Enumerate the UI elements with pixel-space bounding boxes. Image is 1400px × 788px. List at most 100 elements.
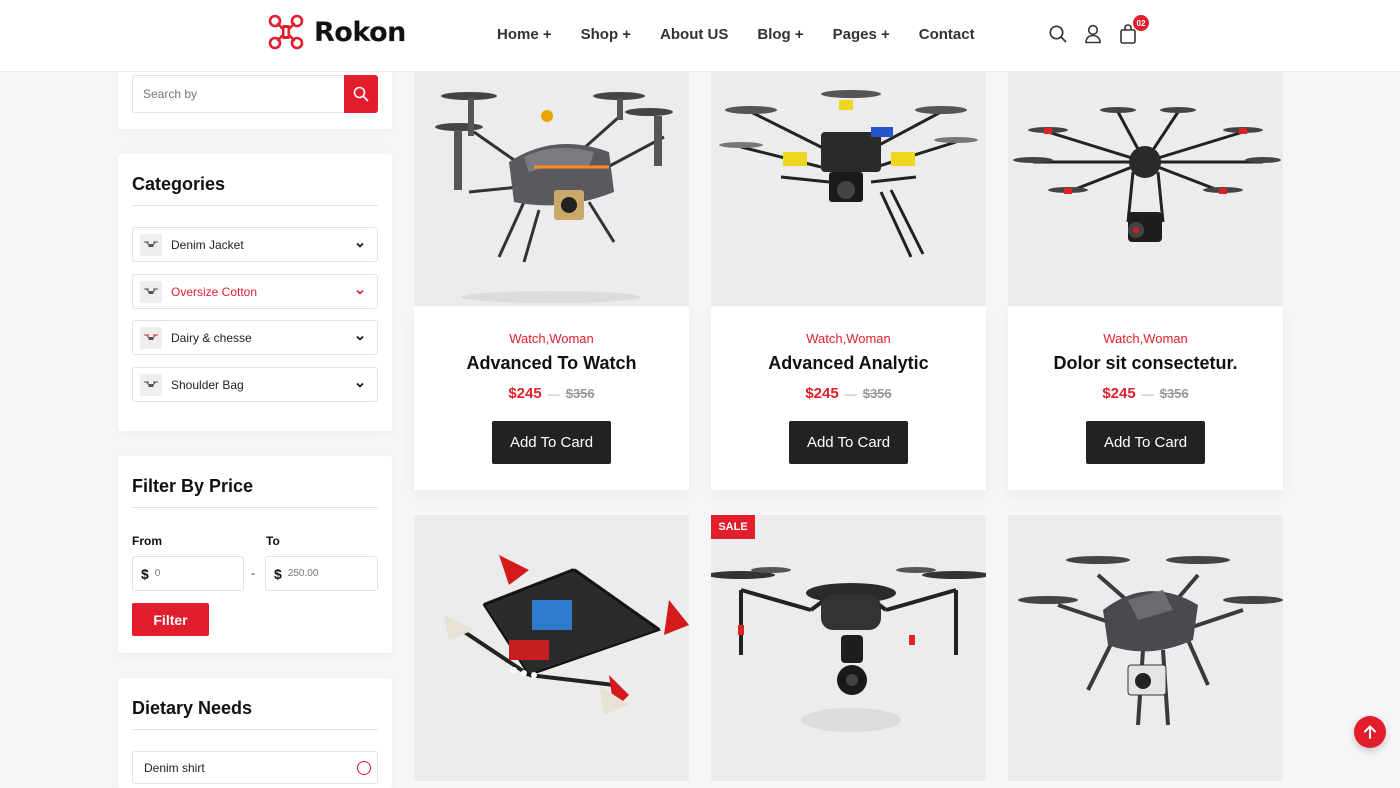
product-price: $245 — $356 <box>1008 385 1283 402</box>
product-card: Watch,Woman Advanced Analytic $245— $356 … <box>711 72 986 490</box>
min-price-input[interactable] <box>154 568 225 579</box>
cart-count-badge: 02 <box>1133 15 1149 31</box>
product-category[interactable]: Watch,Woman <box>414 331 689 346</box>
category-label: Shoulder Bag <box>171 377 244 392</box>
categories-title: Categories <box>132 174 226 194</box>
product-card: SALE <box>711 515 986 781</box>
drone-image <box>435 92 673 303</box>
product-info: Watch,Woman Advanced Analytic $245— $356 … <box>711 306 986 490</box>
old-price: $356 <box>565 386 595 401</box>
dietary-title: Dietary Needs <box>132 698 253 718</box>
nav-pages[interactable]: Pages + <box>833 26 890 43</box>
drone-image <box>711 567 986 732</box>
product-image[interactable] <box>1008 515 1283 781</box>
category-item[interactable]: Dairy & chesse <box>132 320 378 355</box>
divider <box>132 205 378 206</box>
to-label: To <box>266 534 280 548</box>
old-price: $356 <box>862 386 892 401</box>
chevron-down-icon <box>356 289 364 295</box>
product-category[interactable]: Watch,Woman <box>711 331 986 346</box>
dietary-widget: Dietary Needs Denim shirt <box>118 678 392 788</box>
nav-shop[interactable]: Shop + <box>581 26 631 43</box>
add-to-cart-button[interactable]: Add To Card <box>1086 421 1205 464</box>
scroll-to-top-button[interactable] <box>1354 716 1386 748</box>
product-info: Watch,Woman Dolor sit consectetur. $245 —… <box>1008 306 1283 490</box>
search-field <box>132 75 378 113</box>
currency-symbol: $ <box>141 565 149 582</box>
search-input[interactable] <box>133 76 333 112</box>
divider <box>132 507 378 508</box>
product-category[interactable]: Watch,Woman <box>1008 331 1283 346</box>
price-separator: — <box>547 387 560 401</box>
category-thumbnail <box>140 280 162 303</box>
dietary-option-label: Denim shirt <box>144 760 205 775</box>
brand-name: Rokon <box>314 16 406 48</box>
nav-blog[interactable]: Blog + <box>757 26 803 43</box>
product-card: Watch,Woman Advanced To Watch $245— $356 … <box>414 72 689 490</box>
min-price-field: $ <box>132 556 244 591</box>
header-actions: 02 <box>1048 15 1149 45</box>
product-image[interactable]: SALE <box>711 515 986 781</box>
max-price-input[interactable] <box>287 568 358 579</box>
search-icon <box>353 86 369 102</box>
nav-contact[interactable]: Contact <box>919 26 975 43</box>
currency-symbol: $ <box>274 565 282 582</box>
product-card <box>414 515 689 781</box>
product-image[interactable] <box>711 72 986 306</box>
drone-thumb-icon <box>144 381 158 387</box>
radio-button[interactable] <box>357 760 371 775</box>
categories-widget: Categories Denim Jacket Oversize Cotton … <box>118 154 392 431</box>
category-label: Dairy & chesse <box>171 330 252 345</box>
category-item[interactable]: Denim Jacket <box>132 227 378 262</box>
search-icon[interactable] <box>1048 23 1068 45</box>
drone-thumb-icon <box>144 334 158 340</box>
product-card <box>1008 515 1283 781</box>
chevron-down-icon <box>356 335 364 341</box>
product-image[interactable] <box>1008 72 1283 306</box>
product-title[interactable]: Advanced Analytic <box>711 353 986 374</box>
price-filter-widget: Filter By Price From To $ - $ Filter <box>118 456 392 653</box>
site-header: Rokon Home + Shop + About US Blog + Page… <box>0 0 1400 72</box>
category-item[interactable]: Shoulder Bag <box>132 367 378 402</box>
from-label: From <box>132 534 162 548</box>
drone-image <box>719 90 978 258</box>
price-separator: — <box>1141 387 1154 401</box>
add-to-cart-button[interactable]: Add To Card <box>789 421 908 464</box>
category-item[interactable]: Oversize Cotton <box>132 274 378 309</box>
current-price: $245 <box>1102 385 1136 402</box>
shopping-bag-icon[interactable]: 02 <box>1118 15 1149 45</box>
search-button[interactable] <box>344 75 378 113</box>
chevron-down-icon <box>356 382 364 388</box>
drone-thumb-icon <box>144 288 158 294</box>
drone-image <box>444 555 689 715</box>
filter-button[interactable]: Filter <box>132 603 209 636</box>
logo[interactable]: Rokon <box>268 14 406 50</box>
category-thumbnail <box>140 233 162 256</box>
category-thumbnail <box>140 326 162 349</box>
dietary-option[interactable]: Denim shirt <box>132 751 378 784</box>
drone-image <box>1018 556 1283 726</box>
add-to-cart-button[interactable]: Add To Card <box>492 421 611 464</box>
product-price: $245 — $356 <box>414 385 689 402</box>
category-label: Denim Jacket <box>171 237 244 252</box>
product-image[interactable] <box>414 72 689 306</box>
product-price: $245 — $356 <box>711 385 986 402</box>
old-price: $356 <box>1159 386 1189 401</box>
product-title[interactable]: Dolor sit consectetur. <box>1008 353 1283 374</box>
current-price: $245 <box>805 385 839 402</box>
price-separator: — <box>844 387 857 401</box>
product-image[interactable] <box>414 515 689 781</box>
current-price: $245 <box>508 385 542 402</box>
divider <box>132 729 378 730</box>
price-filter-title: Filter By Price <box>132 476 254 496</box>
max-price-field: $ <box>265 556 378 591</box>
user-icon[interactable] <box>1083 23 1103 45</box>
drone-thumb-icon <box>144 241 158 247</box>
drone-logo-icon <box>268 14 304 50</box>
product-title[interactable]: Advanced To Watch <box>414 353 689 374</box>
nav-home[interactable]: Home + <box>497 26 552 43</box>
nav-about[interactable]: About US <box>660 26 728 43</box>
range-separator: - <box>251 566 255 580</box>
category-label: Oversize Cotton <box>171 284 258 299</box>
product-card: Watch,Woman Dolor sit consectetur. $245 —… <box>1008 72 1283 490</box>
